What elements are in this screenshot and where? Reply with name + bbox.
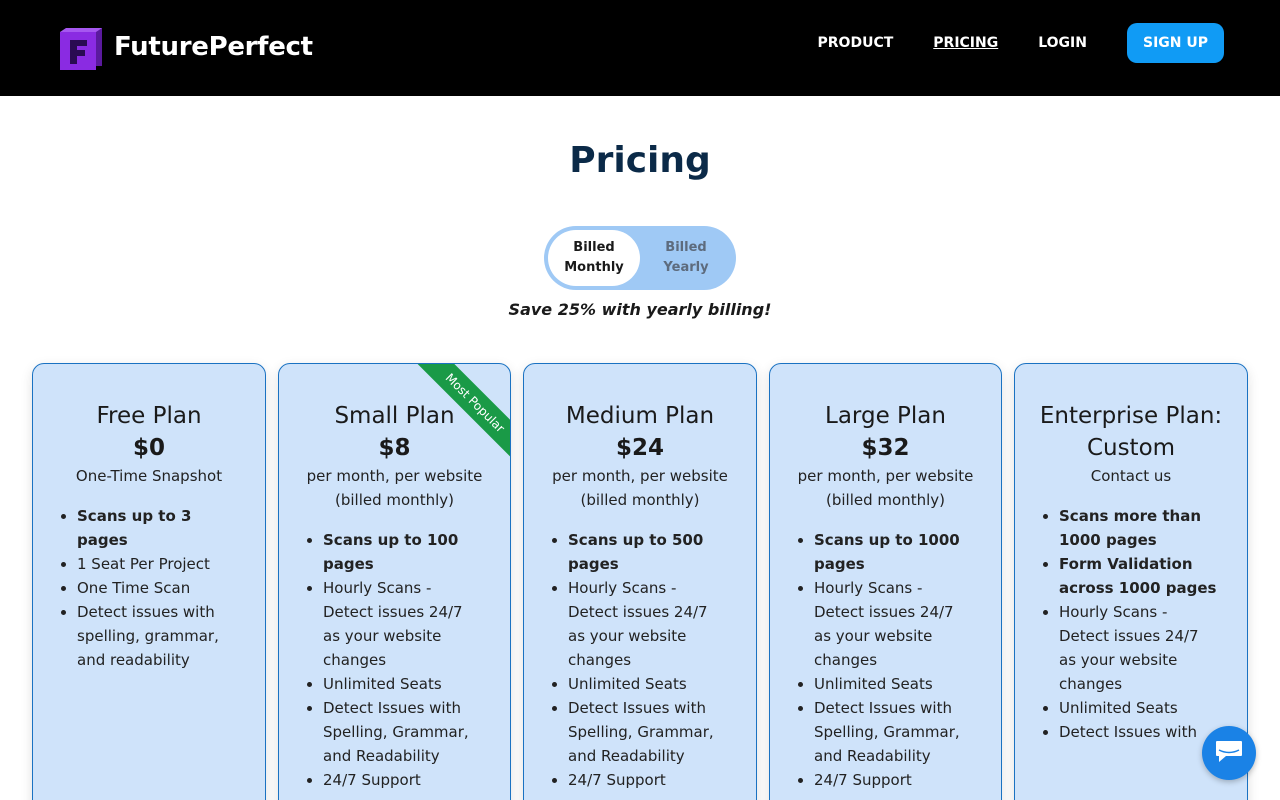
feature-item: Hourly Scans - Detect issues 24/7 as you… xyxy=(568,576,726,672)
plan-card-large: Large Plan $32 per month, per website (b… xyxy=(769,363,1002,800)
plan-subtitle: One-Time Snapshot xyxy=(75,467,223,485)
feature-item: Unlimited Seats xyxy=(323,672,480,696)
feature-item: 24/7 Support xyxy=(814,768,971,792)
ribbon-label: Most Popular xyxy=(412,364,510,464)
chat-button[interactable] xyxy=(1202,726,1256,780)
feature-item: Detect Issues with xyxy=(1059,720,1217,744)
page-title: Pricing xyxy=(569,140,711,181)
feature-item: 1 Seat Per Project xyxy=(77,552,235,576)
plan-features: Scans up to 1000 pages Hourly Scans - De… xyxy=(770,528,1001,792)
site-header: FuturePerfect PRODUCT PRICING LOGIN SIGN… xyxy=(0,0,1280,96)
plan-features: Scans up to 100 pages Hourly Scans - Det… xyxy=(279,528,510,792)
feature-item: Scans more than 1000 pages xyxy=(1059,504,1217,552)
yearly-line2: Yearly xyxy=(663,260,709,275)
plan-card-medium: Medium Plan $24 per month, per website (… xyxy=(523,363,757,800)
feature-item: Hourly Scans - Detect issues 24/7 as you… xyxy=(1059,600,1217,696)
chat-icon xyxy=(1214,737,1244,769)
feature-item: 24/7 Support xyxy=(323,768,480,792)
most-popular-ribbon: Most Popular xyxy=(410,364,510,464)
feature-item: One Time Scan xyxy=(77,576,235,600)
main-nav: PRODUCT PRICING LOGIN SIGN UP xyxy=(818,23,1224,63)
futureperfect-logo-icon xyxy=(58,24,104,70)
feature-item: Scans up to 100 pages xyxy=(323,528,480,576)
signup-button[interactable]: SIGN UP xyxy=(1126,23,1224,63)
plan-price: $0 xyxy=(132,435,165,461)
plan-subtitle: per month, per website (billed monthly) xyxy=(797,467,974,509)
monthly-line1: Billed xyxy=(573,240,615,255)
plan-features: Scans up to 3 pages 1 Seat Per Project O… xyxy=(33,504,265,672)
feature-item: Detect Issues with Spelling, Grammar, an… xyxy=(323,696,480,768)
nav-pricing[interactable]: PRICING xyxy=(933,23,998,63)
plan-price: $24 xyxy=(615,435,664,461)
feature-item: Hourly Scans - Detect issues 24/7 as you… xyxy=(814,576,971,672)
nav-product[interactable]: PRODUCT xyxy=(818,23,894,63)
plan-card-small: Most Popular Small Plan $8 per month, pe… xyxy=(278,363,511,800)
feature-item: Scans up to 1000 pages xyxy=(814,528,971,576)
yearly-line1: Billed xyxy=(665,240,707,255)
plan-name: Enterprise Plan: Custom xyxy=(1039,403,1223,461)
plan-name: Medium Plan xyxy=(565,403,715,429)
billing-toggle[interactable]: Billed Monthly Billed Yearly xyxy=(544,226,736,290)
feature-item: Unlimited Seats xyxy=(1059,696,1217,720)
feature-item: Detect Issues with Spelling, Grammar, an… xyxy=(568,696,726,768)
plan-features: Scans up to 500 pages Hourly Scans - Det… xyxy=(524,528,756,792)
plan-features: Scans more than 1000 pages Form Validati… xyxy=(1015,504,1247,744)
billed-yearly-option[interactable]: Billed Yearly xyxy=(640,230,732,286)
nav-login[interactable]: LOGIN xyxy=(1038,23,1087,63)
feature-item: Scans up to 500 pages xyxy=(568,528,726,576)
brand-name: FuturePerfect xyxy=(114,32,313,62)
feature-item: Detect Issues with Spelling, Grammar, an… xyxy=(814,696,971,768)
feature-item: Scans up to 3 pages xyxy=(77,504,235,552)
plan-name: Large Plan xyxy=(825,403,946,429)
feature-item: Form Validation across 1000 pages xyxy=(1059,552,1217,600)
billed-monthly-option[interactable]: Billed Monthly xyxy=(548,230,640,286)
feature-item: Hourly Scans - Detect issues 24/7 as you… xyxy=(323,576,480,672)
plan-name: Free Plan xyxy=(96,403,202,429)
feature-item: Unlimited Seats xyxy=(814,672,971,696)
plan-price: $32 xyxy=(861,435,910,461)
feature-item: 24/7 Support xyxy=(568,768,726,792)
save-note: Save 25% with yearly billing! xyxy=(508,300,772,319)
feature-item: Detect issues with spelling, grammar, an… xyxy=(77,600,235,672)
feature-item: Unlimited Seats xyxy=(568,672,726,696)
monthly-line2: Monthly xyxy=(564,260,624,275)
plan-subtitle: per month, per website (billed monthly) xyxy=(552,467,728,509)
plan-subtitle: Contact us xyxy=(1090,467,1172,485)
plan-subtitle: per month, per website (billed monthly) xyxy=(306,467,483,509)
plan-card-free: Free Plan $0 One-Time Snapshot Scans up … xyxy=(32,363,266,800)
brand-logo[interactable]: FuturePerfect xyxy=(58,24,313,70)
